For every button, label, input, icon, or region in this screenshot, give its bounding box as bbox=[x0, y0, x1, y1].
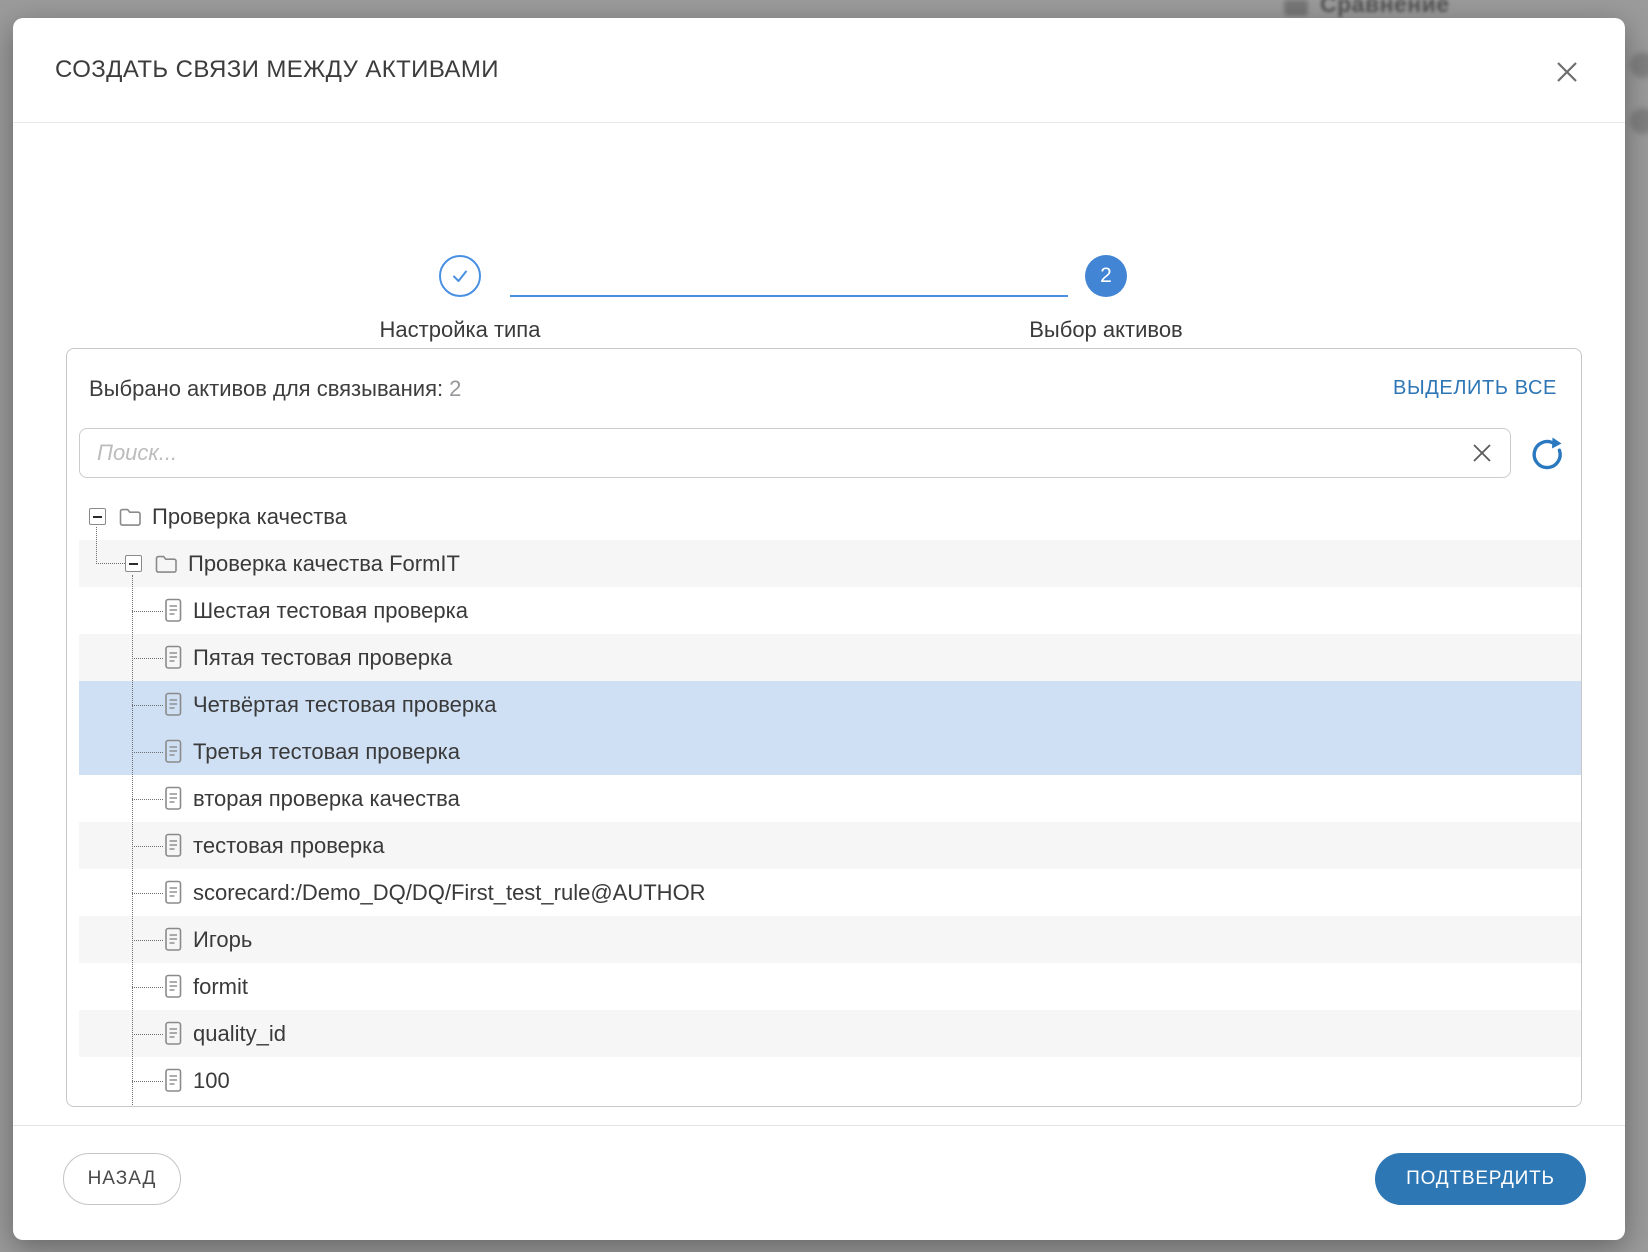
document-icon bbox=[163, 833, 183, 859]
tree-item-label: Проверка качества bbox=[152, 504, 347, 530]
document-icon bbox=[163, 739, 183, 765]
selected-count-value: 2 bbox=[449, 376, 461, 401]
document-icon bbox=[163, 786, 183, 812]
tree-item-label: Четвёртая тестовая проверка bbox=[193, 692, 496, 718]
dialog-header: СОЗДАТЬ СВЯЗИ МЕЖДУ АКТИВАМИ bbox=[13, 18, 1625, 123]
tree-row[interactable]: 100 bbox=[79, 1057, 1581, 1104]
search-field-wrapper bbox=[79, 428, 1511, 478]
background-page-text: Сравнение bbox=[1320, 0, 1450, 18]
tree-row[interactable]: Проверка качества bbox=[79, 493, 1581, 540]
tree-row[interactable]: Пятая тестовая проверка bbox=[79, 634, 1581, 681]
tree-row[interactable]: Четвёртая тестовая проверка bbox=[79, 681, 1581, 728]
document-icon bbox=[163, 1021, 183, 1047]
panel-header: Выбрано активов для связывания:2 ВЫДЕЛИТ… bbox=[67, 349, 1581, 428]
document-icon bbox=[163, 692, 183, 718]
folder-icon bbox=[155, 554, 178, 574]
document-icon bbox=[163, 927, 183, 953]
tree-guide-line bbox=[96, 563, 125, 564]
back-button[interactable]: НАЗАД bbox=[63, 1153, 181, 1205]
tree-guide-line bbox=[96, 527, 97, 564]
clear-search-icon[interactable] bbox=[1467, 438, 1497, 468]
tree-row[interactable]: вторая проверка качества bbox=[79, 775, 1581, 822]
tree-item-label: тестовая проверка bbox=[193, 833, 384, 859]
tree-row[interactable]: formit bbox=[79, 963, 1581, 1010]
create-links-dialog: СОЗДАТЬ СВЯЗИ МЕЖДУ АКТИВАМИ Настройка т… bbox=[13, 18, 1625, 1240]
step-1-check-icon bbox=[439, 255, 481, 297]
search-input[interactable] bbox=[79, 428, 1511, 478]
tree-item-label: scorecard:/Demo_DQ/DQ/First_test_rule@AU… bbox=[193, 880, 706, 906]
folder-icon bbox=[119, 507, 142, 527]
stepper: Настройка типа связи 2 Выбор активов для… bbox=[13, 123, 1625, 333]
select-all-link[interactable]: ВЫДЕЛИТЬ ВСЕ bbox=[1393, 377, 1557, 400]
background-blur-decoration bbox=[1630, 108, 1648, 134]
background-blur-decoration bbox=[1630, 52, 1648, 78]
tree-item-label: Проверка качества FormIT bbox=[188, 551, 460, 577]
tree-row[interactable]: Шестая тестовая проверка bbox=[79, 587, 1581, 634]
tree-item-label: Игорь bbox=[193, 927, 252, 953]
selected-count-label: Выбрано активов для связывания:2 bbox=[89, 376, 461, 402]
tree-row[interactable]: тестовая проверка bbox=[79, 822, 1581, 869]
collapse-toggle[interactable] bbox=[125, 555, 142, 572]
tree-item-label: formit bbox=[193, 974, 248, 1000]
document-icon bbox=[163, 598, 183, 624]
tree-row[interactable]: Игорь bbox=[79, 916, 1581, 963]
tree-item-label: Шестая тестовая проверка bbox=[193, 598, 468, 624]
document-icon bbox=[163, 880, 183, 906]
document-icon bbox=[163, 645, 183, 671]
dialog-title: СОЗДАТЬ СВЯЗИ МЕЖДУ АКТИВАМИ bbox=[55, 56, 499, 84]
tree-row[interactable]: quality_id bbox=[79, 1010, 1581, 1057]
tree-item-label: quality_id bbox=[193, 1021, 286, 1047]
step-2-number-badge: 2 bbox=[1085, 255, 1127, 297]
tree-row[interactable]: scorecard:/Demo_DQ/DQ/First_test_rule@AU… bbox=[79, 869, 1581, 916]
tree-row[interactable]: Третья тестовая проверка bbox=[79, 728, 1581, 775]
dialog-footer: НАЗАД ПОДТВЕРДИТЬ bbox=[13, 1126, 1625, 1240]
background-compare-icon bbox=[1284, 0, 1308, 16]
tree-item-label: Пятая тестовая проверка bbox=[193, 645, 452, 671]
close-icon[interactable] bbox=[1551, 56, 1583, 88]
collapse-toggle[interactable] bbox=[89, 508, 106, 525]
tree-item-label: вторая проверка качества bbox=[193, 786, 460, 812]
asset-selection-panel: Выбрано активов для связывания:2 ВЫДЕЛИТ… bbox=[66, 348, 1582, 1107]
document-icon bbox=[163, 974, 183, 1000]
tree-guide-line bbox=[132, 575, 133, 1107]
tree-row[interactable]: Проверка качества FormIT bbox=[79, 540, 1581, 587]
tree-item-label: Третья тестовая проверка bbox=[193, 739, 460, 765]
document-icon bbox=[163, 1068, 183, 1094]
tree-item-label: 100 bbox=[193, 1068, 230, 1094]
tree-rows: Проверка качества Проверка качества Form… bbox=[79, 493, 1581, 1107]
refresh-icon[interactable] bbox=[1528, 435, 1566, 473]
confirm-button[interactable]: ПОДТВЕРДИТЬ bbox=[1375, 1153, 1586, 1205]
